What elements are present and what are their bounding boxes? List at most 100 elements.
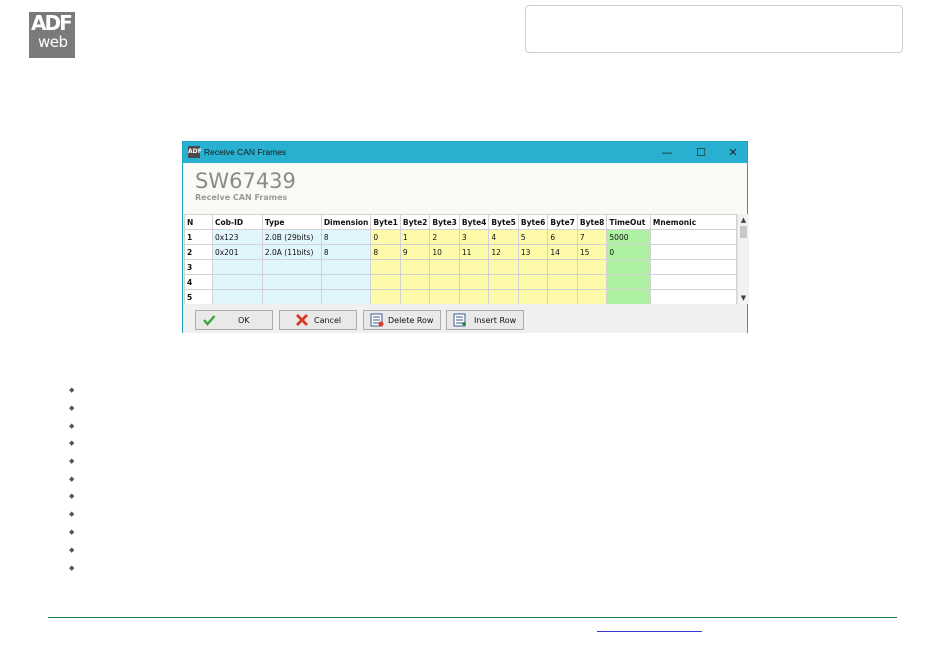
column-header-byte7: Byte7 bbox=[547, 214, 578, 230]
grid-cell[interactable] bbox=[370, 259, 401, 275]
grid-cell[interactable]: 5 bbox=[517, 229, 549, 245]
grid-cell[interactable] bbox=[547, 259, 578, 275]
grid-cell[interactable] bbox=[261, 289, 322, 304]
grid-cell[interactable] bbox=[488, 289, 519, 304]
grid-cell[interactable] bbox=[458, 289, 490, 304]
grid-cell[interactable] bbox=[547, 274, 578, 290]
ok-label: OK bbox=[238, 316, 250, 325]
grid-cell[interactable] bbox=[261, 274, 322, 290]
minimize-button[interactable]: — bbox=[651, 142, 683, 163]
grid-cell[interactable]: 14 bbox=[547, 244, 578, 260]
close-button[interactable]: ✕ bbox=[717, 142, 749, 163]
grid-cell[interactable]: 10 bbox=[429, 244, 460, 260]
grid-cell[interactable]: 2.0A (11bits) bbox=[261, 244, 322, 260]
section-subtitle: Receive CAN Frames bbox=[195, 193, 288, 202]
grid-cell[interactable]: 3 bbox=[458, 229, 490, 245]
grid-cell[interactable]: 0 bbox=[606, 244, 651, 260]
grid-cell[interactable] bbox=[649, 274, 737, 290]
grid-cell[interactable] bbox=[458, 274, 490, 290]
scroll-up-arrow-icon[interactable]: ▲ bbox=[738, 215, 749, 225]
bullet-icon: ◆ bbox=[69, 492, 75, 500]
grid-cell[interactable] bbox=[399, 259, 431, 275]
grid-cell[interactable] bbox=[320, 274, 372, 290]
grid-cell[interactable]: 9 bbox=[399, 244, 431, 260]
grid-cell[interactable] bbox=[576, 289, 608, 304]
adfweb-logo: ADF web bbox=[29, 12, 75, 58]
grid-cell[interactable] bbox=[458, 259, 490, 275]
maximize-button[interactable]: ☐ bbox=[685, 142, 717, 163]
grid-cell[interactable] bbox=[517, 274, 549, 290]
grid-cell[interactable]: 0 bbox=[370, 229, 401, 245]
grid-cell[interactable] bbox=[649, 229, 737, 245]
row-number-cell: 5 bbox=[184, 289, 213, 304]
grid-cell[interactable] bbox=[211, 289, 263, 304]
window-title: Receive CAN Frames bbox=[204, 147, 287, 157]
grid-cell[interactable]: 2 bbox=[429, 229, 460, 245]
delete-row-button[interactable]: Delete Row bbox=[363, 310, 441, 330]
grid-cell[interactable] bbox=[320, 289, 372, 304]
grid-cell[interactable] bbox=[606, 289, 651, 304]
grid-cell[interactable] bbox=[517, 259, 549, 275]
grid-cell[interactable]: 12 bbox=[488, 244, 519, 260]
ok-button[interactable]: OK bbox=[195, 310, 273, 330]
grid-cell[interactable] bbox=[429, 289, 460, 304]
grid-cell[interactable] bbox=[576, 259, 608, 275]
app-icon: ADF bbox=[188, 146, 202, 158]
grid-cell[interactable] bbox=[370, 274, 401, 290]
grid-cell[interactable]: 2.0B (29bits) bbox=[261, 229, 322, 245]
insert-row-icon bbox=[453, 313, 467, 327]
grid-cell[interactable] bbox=[429, 259, 460, 275]
bullet-icon: ◆ bbox=[69, 475, 75, 483]
grid-cell[interactable]: 0x123 bbox=[211, 229, 263, 245]
grid-cell[interactable]: 8 bbox=[320, 244, 372, 260]
grid-cell[interactable]: 6 bbox=[547, 229, 578, 245]
grid-cell[interactable]: 13 bbox=[517, 244, 549, 260]
column-header-mnemonic: Mnemonic bbox=[649, 214, 737, 230]
grid-cell[interactable]: 0x201 bbox=[211, 244, 263, 260]
grid-cell[interactable] bbox=[211, 259, 263, 275]
table-header-row: N Cob-ID Type Dimension Byte1 Byte2 Byte3 Byte4… bbox=[184, 214, 737, 230]
grid-cell[interactable] bbox=[320, 259, 372, 275]
cancel-label: Cancel bbox=[314, 316, 342, 325]
grid-cell[interactable] bbox=[261, 259, 322, 275]
insert-row-button[interactable]: Insert Row bbox=[446, 310, 524, 330]
grid-cell[interactable] bbox=[399, 274, 431, 290]
row-number-cell: 1 bbox=[184, 229, 213, 245]
grid-cell[interactable] bbox=[606, 259, 651, 275]
grid-cell[interactable]: 7 bbox=[576, 229, 608, 245]
grid-cell[interactable] bbox=[429, 274, 460, 290]
table-row: 2 0x201 2.0A (11bits) 8 8 9 10 11 12 13 14 15 0 bbox=[184, 244, 737, 260]
scroll-down-arrow-icon[interactable]: ▼ bbox=[738, 293, 749, 303]
grid-cell[interactable] bbox=[517, 289, 549, 304]
cancel-button[interactable]: Cancel bbox=[279, 310, 357, 330]
column-header-byte3: Byte3 bbox=[429, 214, 460, 230]
grid-cell[interactable] bbox=[488, 259, 519, 275]
bullet-icon: ◆ bbox=[69, 457, 75, 465]
grid-cell[interactable] bbox=[649, 289, 737, 304]
vertical-scrollbar[interactable]: ▲ ▼ bbox=[737, 214, 749, 304]
cancel-x-icon bbox=[295, 313, 309, 327]
grid-cell[interactable] bbox=[399, 289, 431, 304]
grid-cell[interactable]: 11 bbox=[458, 244, 490, 260]
grid-cell[interactable]: 8 bbox=[370, 244, 401, 260]
header-panel: SW67439 Receive CAN Frames bbox=[183, 163, 747, 214]
grid-cell[interactable] bbox=[488, 274, 519, 290]
scroll-thumb[interactable] bbox=[740, 226, 747, 238]
footer-link-underline[interactable] bbox=[597, 631, 702, 632]
grid-cell[interactable]: 15 bbox=[576, 244, 608, 260]
grid-cell[interactable] bbox=[211, 274, 263, 290]
grid-cell[interactable]: 4 bbox=[488, 229, 519, 245]
grid-cell[interactable] bbox=[606, 274, 651, 290]
column-header-dimension: Dimension bbox=[320, 214, 372, 230]
bullet-icon: ◆ bbox=[69, 510, 75, 518]
grid-cell[interactable] bbox=[370, 289, 401, 304]
column-header-timeout: TimeOut bbox=[606, 214, 651, 230]
bullet-icon: ◆ bbox=[69, 546, 75, 554]
grid-cell[interactable]: 5000 bbox=[606, 229, 651, 245]
grid-cell[interactable] bbox=[547, 289, 578, 304]
grid-cell[interactable] bbox=[649, 259, 737, 275]
grid-cell[interactable] bbox=[576, 274, 608, 290]
grid-cell[interactable] bbox=[649, 244, 737, 260]
grid-cell[interactable]: 1 bbox=[399, 229, 431, 245]
grid-cell[interactable]: 8 bbox=[320, 229, 372, 245]
